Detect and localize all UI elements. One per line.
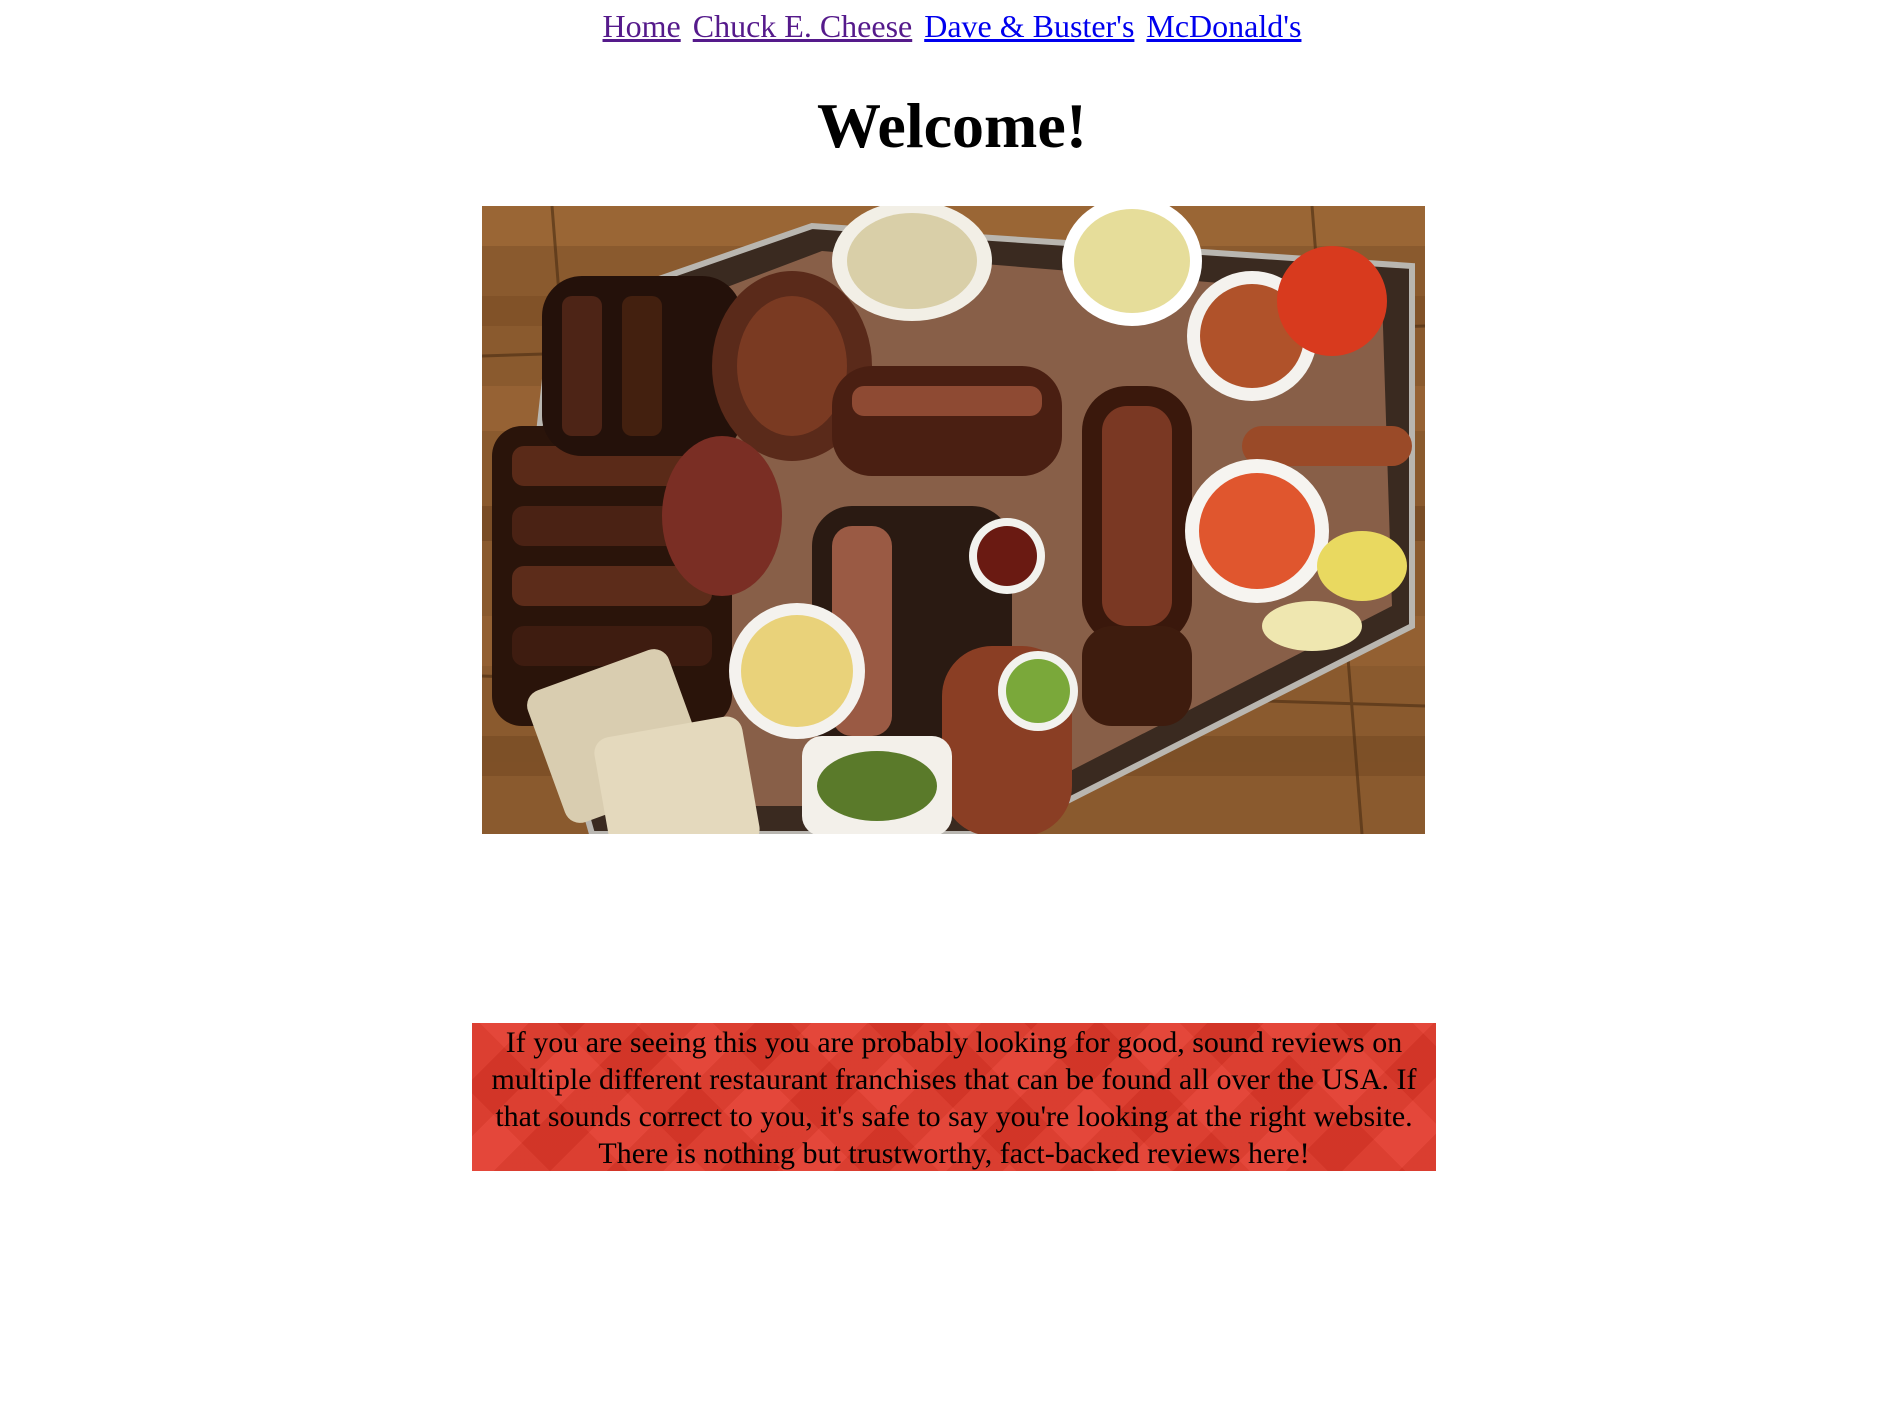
top-nav: Home Chuck E. Cheese Dave & Buster's McD… [0,6,1904,46]
page-title: Welcome! [816,90,1088,161]
hero-bbq-image [482,206,1425,834]
nav-link-home[interactable]: Home [603,8,681,44]
nav-link-chuck-e-cheese[interactable]: Chuck E. Cheese [693,8,913,44]
nav-link-dave-and-busters[interactable]: Dave & Buster's [924,8,1134,44]
intro-text: If you are seeing this you are probably … [472,1023,1436,1171]
nav-link-mcdonalds[interactable]: McDonald's [1146,8,1301,44]
